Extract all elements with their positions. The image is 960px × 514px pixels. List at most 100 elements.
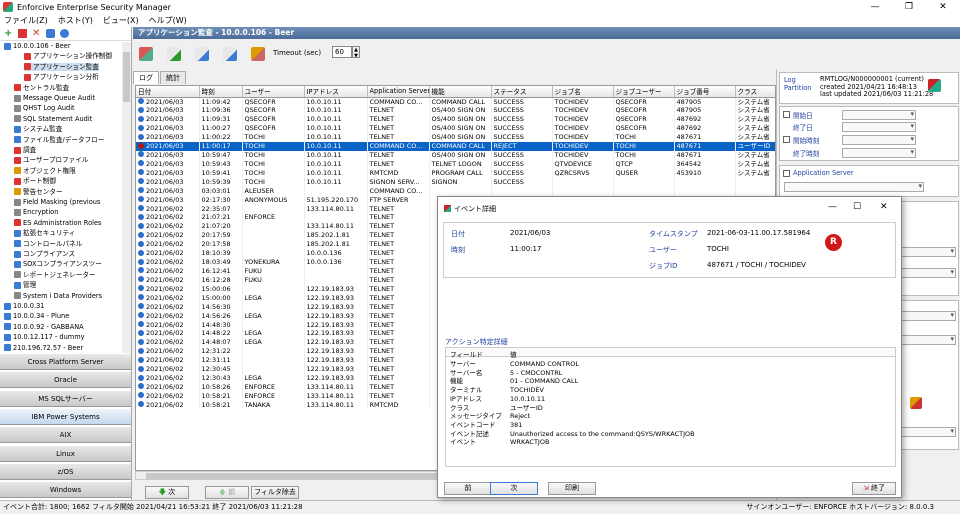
delete-icon[interactable]: ✕ [32,29,41,39]
table-row[interactable]: 2021/06/03 11:00:17 TOCHI 10.0.10.11 COMMAND… [136,141,775,151]
platform-nav-button[interactable]: AIX [0,426,131,444]
tree-item[interactable]: ファイル監査/データフロー [14,136,104,144]
platform-nav-button[interactable]: Linux [0,444,131,462]
tree-item[interactable]: セントラル監査 [14,84,69,92]
column-header[interactable]: 機能 [429,86,492,98]
filter-combo-5[interactable] [900,427,956,437]
tree-item[interactable]: ポート制御 [14,177,56,185]
column-header[interactable]: ジョブ番号 [674,86,736,98]
tree-item[interactable]: コンプライアンス [14,250,75,258]
tree-item[interactable]: アプリケーション監査 [24,62,99,71]
filter-combo-4[interactable] [900,335,956,345]
tree-item[interactable]: 拡張セキュリティ [14,229,75,237]
user-lock-icon[interactable] [251,47,265,61]
new-filter-icon[interactable] [167,47,181,61]
column-header[interactable]: ユーザー [242,86,305,98]
platform-nav-button[interactable]: IBM Power Systems [0,407,131,425]
end-date-combo[interactable] [842,122,916,132]
dialog-maximize-button[interactable]: ☐ [853,202,861,212]
tree-item[interactable]: SQL Statement Audit [14,115,92,123]
timeout-spinner[interactable]: ▲ ▼ [352,46,360,59]
table-row[interactable]: 2021/06/03 10:59:47 TOCHI 10.0.10.11 TELNET O… [136,150,775,160]
platform-nav-button[interactable]: z/OS [0,462,131,480]
tree-item[interactable]: ユーザープロファイル [14,156,88,164]
audit-icon[interactable] [139,47,153,61]
filter-combo-3[interactable] [900,311,956,321]
refresh-icon[interactable] [46,29,55,38]
platform-nav-button[interactable]: Windows [0,481,131,499]
table-row[interactable]: 2021/06/03 11:09:42 QSECOFR 10.0.10.11 COMMA… [136,97,775,106]
dialog-next-button[interactable]: 次 [490,482,538,495]
tree-item[interactable]: QHST Log Audit [14,104,75,112]
column-header[interactable]: ジョブユーザー [613,86,675,98]
log-partition-label[interactable]: Log Partition [784,76,814,92]
tree-item[interactable]: 10.0.0.106 - Beer [4,42,71,50]
column-header[interactable]: 日付 [136,86,200,98]
filter-clear-button[interactable]: フィルタ除去 [251,486,299,499]
tree-vscrollbar[interactable] [122,42,131,354]
tree-item[interactable]: ES Administration Roles [14,219,101,227]
tree-item[interactable]: 管理 [14,281,36,289]
tree-item[interactable]: Encryption [14,208,58,216]
tree-item[interactable]: 10.0.0.34 - Plune [4,312,69,320]
column-header[interactable]: ステータス [491,86,553,98]
start-date-checkbox[interactable] [783,111,790,118]
report-icon[interactable] [223,47,237,61]
table-row[interactable]: 2021/06/03 11:00:22 TOCHI 10.0.10.11 TELNET O… [136,132,775,142]
menu-help[interactable]: ヘルプ(W) [149,15,187,26]
tree-item[interactable]: レポートジェネレーター [14,271,96,279]
table-row[interactable]: 2021/06/03 11:09:31 QSECOFR 10.0.10.11 TELNE… [136,114,775,124]
tree-item[interactable]: SOXコンプライアンスツー [14,260,102,268]
tree-item[interactable]: システム監査 [14,125,62,133]
timeout-input[interactable]: 60 [332,46,352,58]
dialog-print-button[interactable]: 印刷 [548,482,596,495]
dialog-close-action-button[interactable]: ⇲ 終了 [852,482,896,495]
platform-nav-button[interactable]: MS SQLサーバー [0,389,131,407]
table-row[interactable]: 2021/06/03 10:59:39 TOCHI 10.0.10.11 SIGNON … [136,177,775,187]
tree-item[interactable]: 10.0.0.92 - GABBANA [4,323,84,331]
tree-item[interactable]: Field Masking (previous [14,198,100,206]
tree-item[interactable]: 210.196.72.57 - Beer [4,344,83,352]
dialog-close-button[interactable]: ✕ [880,202,888,212]
prev-button[interactable]: 🡅 前 [205,486,249,499]
dialog-prev-button[interactable]: 前 [444,482,492,495]
platform-nav-button[interactable]: Oracle [0,371,131,389]
tree-item[interactable]: 10.0.0.31 [4,302,44,310]
add-icon[interactable]: + [4,29,13,39]
menu-host[interactable]: ホスト(Y) [58,15,93,26]
remove-icon[interactable] [18,29,27,38]
tree-item[interactable]: 警告センター [14,188,63,196]
tree-item[interactable]: 調査 [14,146,36,154]
end-time-combo[interactable] [842,148,916,158]
table-row[interactable]: 2021/06/03 03:03:01 ALEUSER COMMAND CO... [136,186,775,196]
column-header[interactable]: IPアドレス [304,86,368,98]
table-row[interactable]: 2021/06/03 10:59:41 TOCHI 10.0.10.11 RMTCMD P… [136,168,775,178]
app-server-combo[interactable] [784,182,924,192]
tab-log[interactable]: ログ [133,71,159,84]
column-header[interactable]: ジョブ名 [552,86,614,98]
tree-item[interactable]: アプリケーション操作制御 [24,52,112,60]
menu-view[interactable]: ビュー(X) [103,15,139,26]
minimize-button[interactable]: — [858,0,892,14]
next-button[interactable]: 🡇 次 [145,486,189,499]
tree-item[interactable]: 10.0.12.117 - dummy [4,333,85,341]
column-header[interactable]: クラス [735,86,775,98]
column-header[interactable]: Application Server [367,86,430,98]
tree-item[interactable]: アプリケーション分析 [24,73,99,81]
platform-nav-button[interactable]: Cross Platform Server [0,353,131,370]
partition-icon[interactable] [928,79,941,92]
start-date-combo[interactable] [842,110,916,120]
tree-item[interactable]: オブジェクト権限 [14,167,76,175]
table-row[interactable]: 2021/06/03 11:00:27 QSECOFR 10.0.10.11 TELNE… [136,123,775,133]
filter-combo-1[interactable] [900,247,956,257]
search-icon[interactable] [195,47,209,61]
tree-item[interactable]: Message Queue Audit [14,94,95,102]
app-server-checkbox[interactable] [783,170,790,177]
filter-combo-2[interactable] [900,268,956,278]
table-row[interactable]: 2021/06/03 10:59:43 TOCHI 10.0.10.11 TELNET T… [136,159,775,169]
column-header[interactable]: 時刻 [199,86,243,98]
dialog-minimize-button[interactable]: — [828,202,837,212]
table-row[interactable]: 2021/06/03 11:09:36 QSECOFR 10.0.10.11 TELNE… [136,105,775,115]
tree-item[interactable]: System i Data Providers [14,292,102,300]
help-icon[interactable] [60,29,69,38]
